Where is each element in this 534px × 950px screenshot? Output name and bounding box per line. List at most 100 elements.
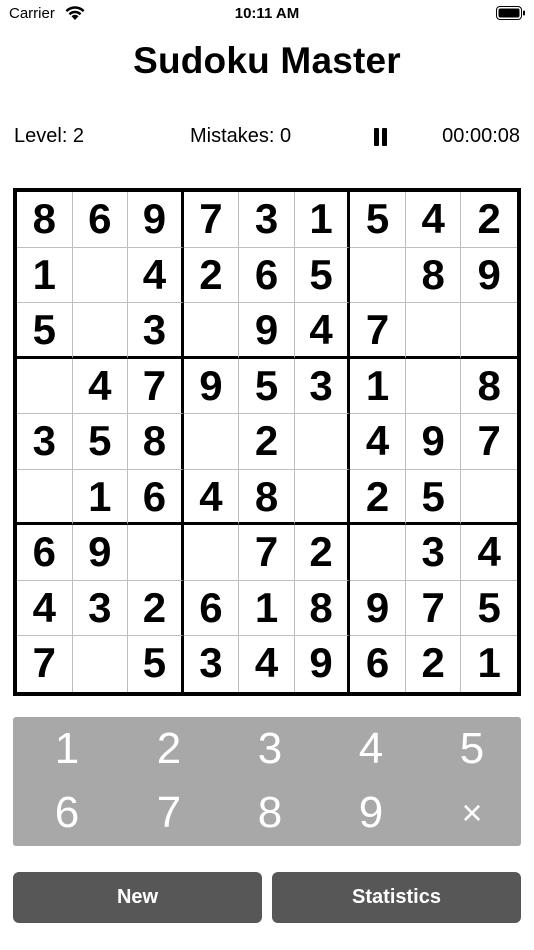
sudoku-cell[interactable]: 3 [72, 580, 129, 637]
sudoku-cell[interactable]: 2 [128, 580, 184, 637]
sudoku-cell[interactable] [183, 414, 240, 470]
sudoku-cell[interactable]: 5 [72, 414, 129, 470]
sudoku-cell[interactable]: 2 [461, 192, 517, 248]
cell-value: 4 [421, 195, 445, 242]
number-key[interactable]: 2 [129, 719, 209, 779]
sudoku-cell[interactable]: 3 [184, 636, 240, 692]
sudoku-cell[interactable]: 3 [17, 414, 73, 470]
sudoku-cell[interactable] [73, 636, 129, 692]
sudoku-cell[interactable]: 2 [350, 469, 406, 526]
sudoku-cell[interactable]: 8 [405, 247, 462, 304]
cell-value: 9 [309, 639, 333, 687]
sudoku-cell[interactable]: 1 [17, 247, 73, 304]
sudoku-cell[interactable]: 8 [239, 469, 295, 526]
sudoku-cell[interactable] [350, 247, 406, 304]
sudoku-cell[interactable]: 7 [461, 414, 517, 470]
sudoku-cell[interactable]: 8 [294, 580, 351, 637]
sudoku-cell[interactable]: 4 [183, 469, 240, 526]
sudoku-cell[interactable]: 6 [183, 580, 240, 637]
sudoku-cell[interactable]: 3 [405, 525, 462, 581]
sudoku-cell[interactable]: 5 [294, 247, 351, 304]
sudoku-cell[interactable]: 9 [72, 525, 129, 581]
sudoku-cell[interactable] [350, 525, 406, 581]
sudoku-cell[interactable]: 5 [461, 581, 517, 637]
sudoku-cell[interactable] [461, 470, 517, 526]
number-key[interactable]: 1 [27, 719, 107, 779]
sudoku-cell[interactable] [128, 525, 184, 581]
sudoku-cell[interactable]: 7 [350, 303, 406, 359]
number-key[interactable]: 4 [331, 719, 411, 779]
sudoku-cell[interactable]: 4 [461, 525, 517, 581]
sudoku-cell[interactable]: 9 [461, 248, 517, 304]
timer-label: 00:00:08 [442, 125, 520, 147]
sudoku-cell[interactable] [17, 469, 73, 526]
sudoku-cell[interactable]: 2 [406, 636, 462, 692]
sudoku-cell[interactable]: 9 [183, 358, 240, 415]
sudoku-cell[interactable]: 5 [405, 469, 462, 526]
sudoku-cell[interactable]: 4 [405, 192, 462, 248]
sudoku-cell[interactable]: 7 [17, 636, 73, 692]
erase-key[interactable]: × [432, 783, 512, 843]
sudoku-cell[interactable]: 9 [239, 303, 295, 359]
cell-value [350, 525, 405, 580]
number-key[interactable]: 7 [129, 783, 209, 843]
sudoku-cell[interactable]: 2 [183, 247, 240, 304]
sudoku-cell[interactable]: 8 [17, 192, 73, 248]
sudoku-cell[interactable]: 6 [72, 192, 129, 248]
pause-button[interactable] [372, 128, 388, 146]
sudoku-cell[interactable]: 5 [128, 636, 184, 692]
sudoku-cell[interactable]: 4 [17, 580, 73, 637]
sudoku-cell[interactable]: 9 [128, 192, 184, 248]
sudoku-cell[interactable]: 6 [350, 636, 406, 692]
sudoku-cell[interactable] [294, 469, 351, 526]
sudoku-cell[interactable]: 7 [405, 580, 462, 637]
statistics-button[interactable]: Statistics [272, 872, 521, 923]
sudoku-cell[interactable]: 6 [239, 247, 295, 304]
sudoku-cell[interactable] [294, 414, 351, 470]
sudoku-cell[interactable] [405, 303, 462, 359]
sudoku-cell[interactable]: 1 [72, 469, 129, 526]
sudoku-cell[interactable]: 1 [294, 192, 351, 248]
sudoku-cell[interactable]: 4 [294, 303, 351, 359]
sudoku-cell[interactable]: 4 [72, 358, 129, 415]
cell-value: 3 [421, 528, 445, 576]
sudoku-cell[interactable]: 5 [350, 192, 406, 248]
sudoku-cell[interactable]: 1 [239, 580, 295, 637]
sudoku-cell[interactable]: 3 [239, 192, 295, 248]
sudoku-cell[interactable]: 9 [350, 580, 406, 637]
sudoku-cell[interactable] [183, 303, 240, 359]
sudoku-cell[interactable]: 1 [461, 636, 517, 692]
sudoku-cell[interactable] [183, 525, 240, 581]
sudoku-cell[interactable]: 5 [239, 358, 295, 415]
sudoku-cell[interactable]: 3 [294, 358, 351, 415]
sudoku-cell[interactable] [72, 303, 129, 359]
sudoku-cell[interactable]: 2 [239, 414, 295, 470]
sudoku-cell[interactable]: 9 [405, 414, 462, 470]
sudoku-cell[interactable]: 6 [17, 525, 73, 581]
number-key[interactable]: 9 [331, 783, 411, 843]
sudoku-cell[interactable]: 7 [128, 358, 184, 415]
number-key[interactable]: 6 [27, 783, 107, 843]
cell-value: 4 [365, 417, 390, 465]
sudoku-cell[interactable]: 3 [128, 303, 184, 359]
sudoku-cell[interactable]: 7 [239, 525, 295, 581]
new-game-button[interactable]: New [13, 872, 262, 923]
sudoku-cell[interactable]: 6 [128, 469, 184, 526]
sudoku-cell[interactable] [17, 358, 73, 415]
sudoku-cell[interactable]: 4 [128, 247, 184, 304]
number-key[interactable]: 3 [230, 719, 310, 779]
sudoku-cell[interactable]: 7 [183, 192, 240, 248]
sudoku-cell[interactable]: 4 [239, 636, 295, 692]
sudoku-cell[interactable]: 2 [294, 525, 351, 581]
sudoku-cell[interactable]: 4 [350, 414, 406, 470]
sudoku-cell[interactable] [72, 247, 129, 304]
sudoku-cell[interactable]: 1 [350, 358, 406, 415]
number-key[interactable]: 8 [230, 783, 310, 843]
sudoku-cell[interactable]: 5 [17, 303, 73, 359]
sudoku-cell[interactable]: 9 [295, 636, 351, 692]
number-key[interactable]: 5 [432, 719, 512, 779]
sudoku-cell[interactable]: 8 [128, 414, 184, 470]
sudoku-cell[interactable]: 8 [461, 359, 517, 415]
sudoku-cell[interactable] [405, 358, 462, 415]
sudoku-cell[interactable] [461, 303, 517, 359]
